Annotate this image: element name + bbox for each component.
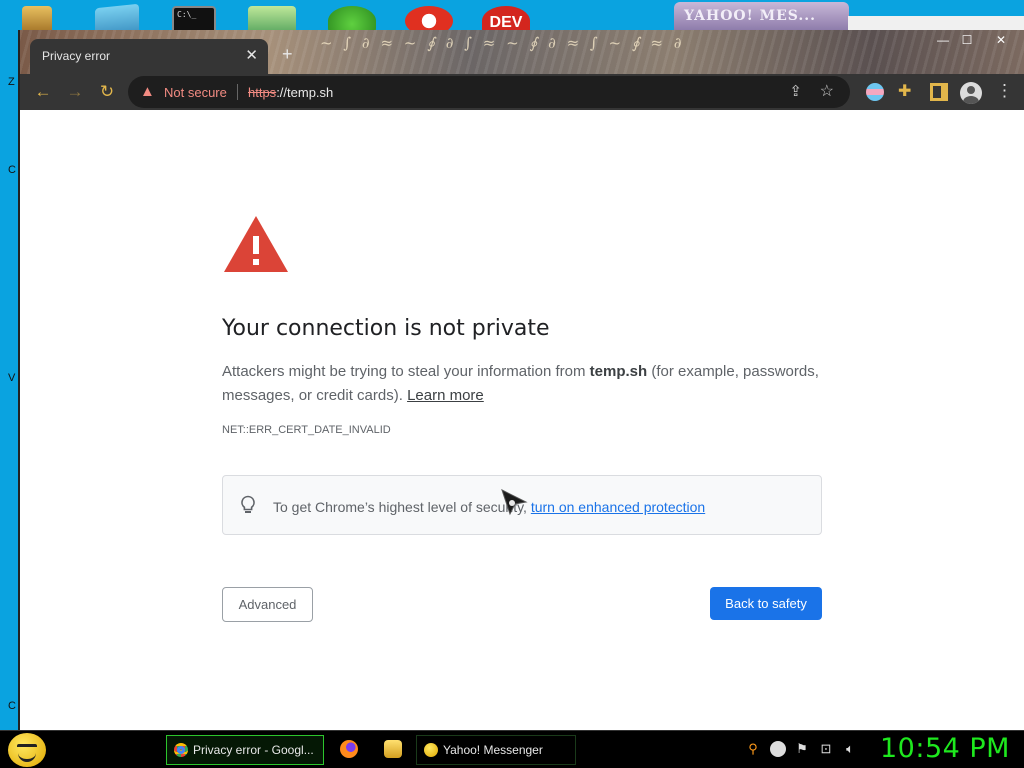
messenger-status-icon[interactable] bbox=[770, 741, 786, 757]
tab-title: Privacy error bbox=[42, 49, 111, 63]
yahoo-messenger-icon bbox=[424, 743, 438, 757]
desktop-side-letter: Z bbox=[8, 76, 15, 88]
taskbar-item-label: Privacy error - Googl... bbox=[193, 743, 314, 757]
omnibox-divider bbox=[237, 84, 238, 100]
menu-dots-icon[interactable]: ⋮ bbox=[996, 81, 1013, 101]
folder-icon[interactable] bbox=[384, 740, 402, 758]
taskbar: Privacy error - Googl... Yahoo! Messenge… bbox=[0, 730, 1024, 768]
extensions-puzzle-icon[interactable]: ✚ bbox=[898, 83, 916, 101]
description-domain: temp.sh bbox=[589, 363, 648, 380]
close-window-button[interactable]: ✕ bbox=[990, 33, 1012, 47]
volume-icon[interactable]: 🔈︎ bbox=[842, 741, 858, 757]
share-icon[interactable]: ⇪ bbox=[789, 82, 802, 100]
desktop-side-letter: V bbox=[8, 372, 16, 384]
back-arrow-icon[interactable]: ← bbox=[32, 82, 54, 104]
taskbar-clock[interactable]: 10:54 PM bbox=[880, 733, 1010, 764]
minimize-button[interactable]: — bbox=[932, 33, 954, 47]
network-icon[interactable]: ⊡ bbox=[818, 741, 834, 757]
browser-titlebar[interactable]: ~ ∫ ∂ ≈ ~ ∮ ∂ ∫ ≈ ~ ∮ ∂ ≈ ∫ ~ ∮ ≈ ∂ Priv… bbox=[20, 30, 1024, 74]
mouse-cursor-icon bbox=[501, 489, 528, 516]
close-tab-icon[interactable]: ✕ bbox=[245, 46, 258, 64]
learn-more-link[interactable]: Learn more bbox=[407, 387, 484, 404]
enhanced-protection-prefix: To get Chrome’s highest level of securit… bbox=[273, 499, 531, 515]
desktop-side-letter: C bbox=[8, 700, 16, 712]
new-tab-button[interactable]: + bbox=[282, 44, 293, 65]
page-title: Your connection is not private bbox=[222, 316, 550, 341]
address-bar[interactable]: ▲ Not secure https://temp.sh ⇪ ☆ bbox=[128, 76, 850, 108]
profile-avatar-icon[interactable] bbox=[960, 82, 982, 104]
description-text: Attackers might be trying to steal your … bbox=[222, 363, 590, 380]
taskbar-item-yahoo-messenger[interactable]: Yahoo! Messenger bbox=[416, 735, 576, 765]
browser-window: ~ ∫ ∂ ≈ ~ ∮ ∂ ∫ ≈ ~ ∮ ∂ ≈ ∫ ~ ∮ ≈ ∂ Priv… bbox=[18, 30, 1024, 730]
taskbar-item-label: Yahoo! Messenger bbox=[443, 743, 543, 757]
taskbar-item-chrome[interactable]: Privacy error - Googl... bbox=[166, 735, 324, 765]
error-code[interactable]: NET::ERR_CERT_DATE_INVALID bbox=[222, 424, 391, 436]
advanced-button[interactable]: Advanced bbox=[222, 587, 313, 622]
enhanced-protection-text: To get Chrome’s highest level of securit… bbox=[273, 499, 705, 515]
maximize-button[interactable]: ☐ bbox=[956, 33, 978, 47]
side-panel-icon[interactable] bbox=[930, 83, 948, 101]
error-description: Attackers might be trying to steal your … bbox=[222, 360, 826, 408]
warning-triangle-icon bbox=[224, 216, 288, 272]
lightbulb-icon bbox=[241, 495, 255, 513]
yahoo-window-title: YAHOO! MES... bbox=[684, 8, 816, 24]
start-button-smiley-icon[interactable] bbox=[8, 733, 46, 767]
desktop-side-letter: C bbox=[8, 164, 16, 176]
enhanced-protection-link[interactable]: turn on enhanced protection bbox=[531, 499, 705, 515]
theme-artwork: ~ ∫ ∂ ≈ ~ ∮ ∂ ∫ ≈ ~ ∮ ∂ ≈ ∫ ~ ∮ ≈ ∂ bbox=[320, 34, 685, 52]
forward-arrow-icon[interactable]: → bbox=[64, 82, 86, 104]
tab-privacy-error[interactable]: Privacy error ✕ bbox=[30, 39, 268, 74]
search-icon[interactable]: ⚲ bbox=[745, 741, 761, 757]
trans-flag-extension-icon[interactable] bbox=[866, 83, 884, 101]
background-window-edge bbox=[848, 16, 1024, 30]
firefox-icon[interactable] bbox=[340, 740, 358, 758]
url-scheme: https bbox=[248, 85, 277, 100]
url-text[interactable]: https://temp.sh bbox=[248, 85, 333, 100]
chrome-icon bbox=[174, 743, 188, 757]
interstitial-page: Your connection is not private Attackers… bbox=[20, 110, 1024, 730]
flag-icon[interactable]: ⚑ bbox=[794, 741, 810, 757]
warning-icon[interactable]: ▲ bbox=[140, 83, 155, 100]
browser-toolbar: ← → ↻ ▲ Not secure https://temp.sh ⇪ ☆ ✚… bbox=[20, 74, 1024, 110]
back-to-safety-button[interactable]: Back to safety bbox=[710, 587, 822, 620]
not-secure-label[interactable]: Not secure bbox=[164, 85, 227, 100]
url-host: ://temp.sh bbox=[276, 85, 334, 100]
yahoo-messenger-window[interactable]: YAHOO! MES... bbox=[674, 2, 849, 32]
bookmark-star-icon[interactable]: ☆ bbox=[820, 81, 834, 101]
reload-icon[interactable]: ↻ bbox=[96, 82, 118, 104]
